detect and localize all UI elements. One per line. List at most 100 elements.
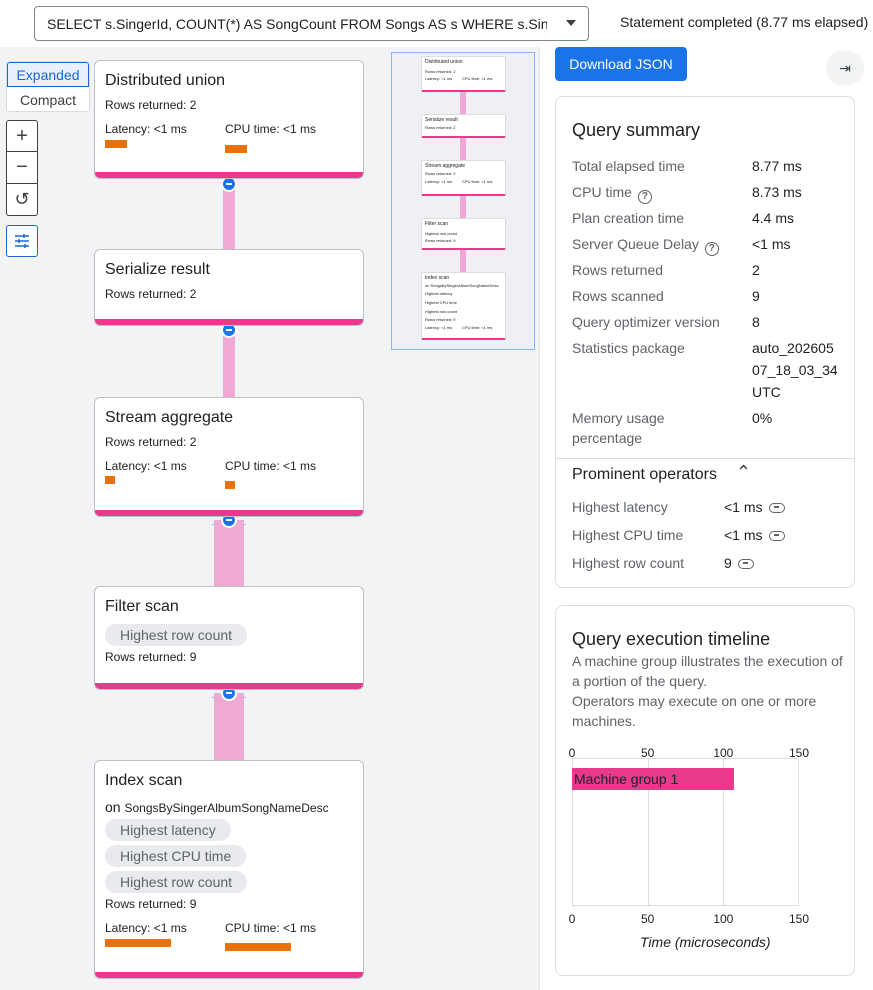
expanded-option[interactable]: Expanded bbox=[7, 62, 89, 87]
node-rows: Rows returned: 9 bbox=[105, 650, 197, 664]
prominent-value: <1 ms bbox=[724, 499, 763, 515]
download-json-button[interactable]: Download JSON bbox=[555, 47, 687, 81]
prominent-value: <1 ms bbox=[724, 527, 763, 543]
summary-value: auto_202605 bbox=[752, 340, 834, 356]
minimap-node-title: Distributed union bbox=[425, 59, 463, 65]
panel-divider[interactable] bbox=[538, 47, 540, 990]
summary-title: Query summary bbox=[572, 120, 701, 140]
on-word: on bbox=[105, 799, 121, 815]
minimap-node-cpu: CPU time: <1 ms bbox=[462, 76, 493, 81]
tick-label-top: 50 bbox=[640, 746, 655, 760]
minimap-edge bbox=[460, 249, 466, 273]
minimap-node-badge: Highest row count bbox=[425, 309, 458, 314]
summary-key: Query optimizer version bbox=[572, 314, 720, 330]
tick-label-bottom: 50 bbox=[640, 912, 655, 926]
query-text: SELECT s.SingerId, COUNT(*) AS SongCount… bbox=[47, 15, 547, 32]
badge-highest-latency: Highest latency bbox=[105, 819, 231, 841]
latency-bar bbox=[105, 476, 115, 484]
minimap-node: Serialize result Rows returned: 2 bbox=[421, 114, 506, 138]
prominent-key: Highest latency bbox=[572, 499, 668, 515]
cpu-bar bbox=[225, 943, 291, 951]
node-latency: Latency: <1 ms bbox=[105, 122, 187, 136]
tick-label-top: 150 bbox=[788, 746, 810, 760]
minimap-node-badge: Highest row count bbox=[425, 231, 458, 236]
settings-tune-button[interactable] bbox=[6, 225, 38, 257]
tick-label-top: 100 bbox=[713, 746, 734, 760]
summary-value: 8.77 ms bbox=[752, 158, 802, 174]
node-rows: Rows returned: 9 bbox=[105, 897, 197, 911]
reset-view-button[interactable]: ↺ bbox=[6, 184, 38, 216]
machine-group-bar[interactable]: Machine group 1 bbox=[572, 768, 734, 790]
collapse-panel-icon: ⇥ bbox=[839, 59, 851, 76]
node-rows: Rows returned: 2 bbox=[105, 98, 197, 112]
minimap-node-rows: Rows returned: 2 bbox=[425, 69, 456, 74]
node-bar bbox=[95, 510, 363, 516]
compact-option[interactable]: Compact bbox=[7, 87, 89, 111]
plan-node-distributed-union[interactable]: Distributed union Rows returned: 2 Laten… bbox=[94, 60, 364, 179]
node-bar bbox=[95, 319, 363, 325]
summary-key: Rows returned bbox=[572, 262, 664, 278]
minimap-node-title: Serialize result bbox=[425, 117, 458, 123]
help-icon[interactable]: ? bbox=[704, 242, 719, 256]
summary-key: Statistics package bbox=[572, 340, 685, 356]
link-icon[interactable] bbox=[737, 559, 754, 569]
cpu-bar bbox=[225, 145, 247, 153]
minimap-node-cpu: CPU time: <1 ms bbox=[462, 179, 493, 184]
plan-node-index-scan[interactable]: Index scan on SongsBySingerAlbumSongName… bbox=[94, 760, 364, 979]
minimap[interactable]: Distributed union Rows returned: 2 Laten… bbox=[391, 52, 535, 350]
summary-key: CPU time bbox=[572, 184, 632, 200]
summary-key: Plan creation time bbox=[572, 210, 685, 226]
summary-value: 8 bbox=[752, 314, 760, 330]
plan-node-stream-aggregate[interactable]: Stream aggregate Rows returned: 2 Latenc… bbox=[94, 397, 364, 517]
collapse-panel-button[interactable]: ⇥ bbox=[826, 50, 864, 86]
node-cpu: CPU time: <1 ms bbox=[225, 459, 317, 473]
minimap-node-latency: Latency: <1 ms bbox=[425, 76, 453, 81]
minimap-edge bbox=[460, 195, 466, 219]
index-label: on SongsBySingerAlbumSongNameDesc bbox=[105, 799, 329, 815]
zoom-out-button[interactable]: − bbox=[6, 152, 38, 184]
plan-node-serialize-result[interactable]: Serialize result Rows returned: 2 bbox=[94, 249, 364, 326]
node-title: Serialize result bbox=[105, 261, 210, 278]
badge-highest-cpu-time: Highest CPU time bbox=[105, 845, 247, 867]
minimap-node-latency: Latency: <1 ms bbox=[425, 325, 453, 330]
summary-value: <1 ms bbox=[752, 236, 791, 252]
minimap-node-badge: Highest CPU time bbox=[425, 300, 457, 305]
minimap-node-title: Filter scan bbox=[425, 221, 449, 227]
timeline-card: Query execution timeline A machine group… bbox=[555, 605, 855, 976]
tick-label-bottom: 100 bbox=[713, 912, 734, 926]
summary-value: 0% bbox=[752, 410, 773, 426]
minimap-node-badge: Highest latency bbox=[425, 291, 453, 296]
latency-bar bbox=[105, 939, 171, 947]
link-icon[interactable] bbox=[768, 531, 785, 541]
query-select[interactable]: SELECT s.SingerId, COUNT(*) AS SongCount… bbox=[34, 6, 589, 41]
minimap-node: Distributed union Rows returned: 2 Laten… bbox=[421, 56, 506, 92]
link-icon[interactable] bbox=[768, 503, 785, 513]
minimap-node-index: on SongsBySingerAlbumSongNameDesc bbox=[425, 283, 499, 288]
node-title: Filter scan bbox=[105, 598, 179, 615]
help-icon[interactable]: ? bbox=[637, 190, 652, 204]
minimap-node-rows: Rows returned: 9 bbox=[425, 317, 456, 322]
divider bbox=[556, 458, 854, 459]
node-title: Index scan bbox=[105, 772, 183, 789]
badge-highest-row-count: Highest row count bbox=[105, 624, 248, 646]
tick-label-top: 0 bbox=[568, 746, 576, 760]
zoom-in-button[interactable]: + bbox=[6, 120, 38, 152]
summary-value: 8.73 ms bbox=[752, 184, 802, 200]
view-toggle[interactable]: Expanded Compact bbox=[6, 61, 90, 112]
tick-label-bottom: 150 bbox=[788, 912, 810, 926]
edge-connector bbox=[214, 693, 244, 761]
node-title: Distributed union bbox=[105, 72, 226, 89]
summary-value: 9 bbox=[752, 288, 760, 304]
node-rows: Rows returned: 2 bbox=[105, 287, 197, 301]
badge-highest-row-count: Highest row count bbox=[105, 871, 248, 893]
minimap-node: Index scan on SongsBySingerAlbumSongName… bbox=[421, 272, 506, 340]
plan-node-filter-scan[interactable]: Filter scan Highest row count Rows retur… bbox=[94, 586, 364, 690]
minimap-node-title: Stream aggregate bbox=[425, 163, 466, 169]
node-latency: Latency: <1 ms bbox=[105, 459, 187, 473]
minimap-node-latency: Latency: <1 ms bbox=[425, 179, 453, 184]
minimap-node-rows: Rows returned: 2 bbox=[425, 171, 456, 176]
timeline-title: Query execution timeline bbox=[572, 629, 771, 649]
chevron-up-icon[interactable]: ⌃ bbox=[736, 462, 751, 483]
minimap-node-rows: Rows returned: 9 bbox=[425, 238, 456, 243]
summary-value: 4.4 ms bbox=[752, 210, 795, 226]
